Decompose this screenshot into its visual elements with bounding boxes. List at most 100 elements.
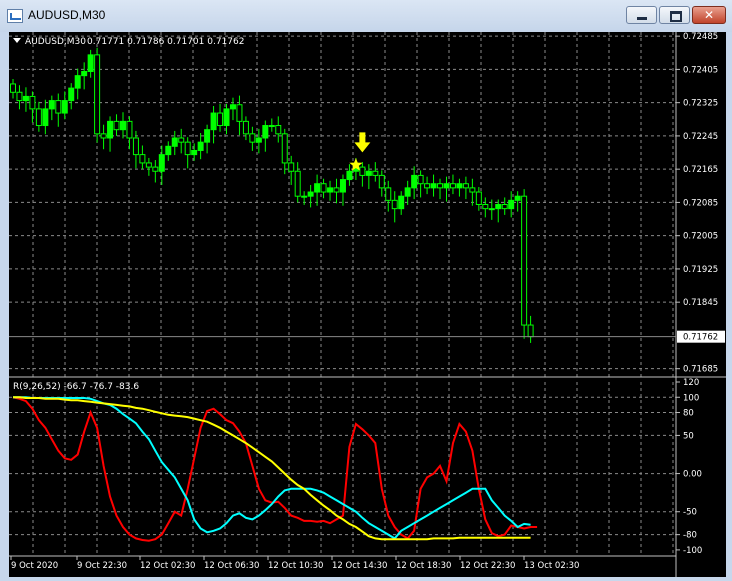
candle-body	[152, 166, 159, 172]
price-tick-label: 0.72005	[683, 232, 718, 242]
candle-body	[178, 137, 185, 143]
annotations	[349, 132, 371, 171]
symbol-menu-icon[interactable]	[13, 38, 21, 43]
candle-body	[145, 162, 152, 168]
candle-body	[217, 112, 224, 127]
candle-body	[165, 145, 172, 156]
candle-body	[372, 170, 379, 176]
indicator-tick-label: 120	[683, 378, 699, 388]
time-tick-label: 13 Oct 02:30	[524, 561, 579, 571]
price-tick-label: 0.72085	[683, 198, 718, 208]
indicator-tick-label: -80	[683, 531, 697, 541]
title-bar[interactable]: AUDUSD,M30 ✕	[0, 0, 732, 32]
candle-body	[404, 187, 411, 197]
candle-body	[236, 104, 243, 122]
candle-body	[411, 174, 418, 189]
candle-body	[482, 204, 489, 210]
maximize-button[interactable]	[659, 6, 690, 24]
candle-body	[488, 208, 495, 211]
candle-body	[359, 166, 366, 176]
time-tick-label: 12 Oct 10:30	[268, 561, 323, 571]
candle-body	[469, 187, 476, 193]
indicator-line	[12, 396, 538, 542]
time-tick-label: 12 Oct 06:30	[204, 561, 259, 571]
indicator-line	[13, 396, 531, 540]
candle-body	[365, 170, 372, 176]
maximize-icon	[670, 11, 682, 22]
candle-body	[398, 195, 405, 210]
price-tick-label: 0.72325	[683, 99, 718, 109]
minimize-button[interactable]	[626, 6, 657, 24]
candle-body	[462, 183, 469, 189]
price-axis[interactable]: 0.72485 0.72405 0.72325 0.72245 0.72165 0.720…	[676, 32, 718, 375]
time-tick-label: 9 Oct 22:30	[77, 561, 127, 571]
candle-body	[210, 112, 217, 131]
indicator-tick-label: -100	[683, 546, 702, 556]
time-tick-label: 9 Oct 2020	[11, 561, 58, 571]
indicator-axis[interactable]: 120 100 80 50 0.00 -50 -80 -100	[676, 378, 702, 556]
candle-body	[430, 183, 437, 189]
candle-body	[61, 100, 68, 114]
candle-body	[495, 204, 502, 210]
candle-body	[119, 120, 126, 131]
close-icon: ✕	[703, 8, 715, 22]
candle-body	[346, 170, 353, 181]
close-button[interactable]: ✕	[692, 6, 726, 24]
candle-body	[242, 120, 249, 135]
candle-body	[508, 199, 515, 210]
time-axis[interactable]: 9 Oct 2020 9 Oct 22:30 12 Oct 02:30 12 Oct …	[10, 556, 579, 571]
candle-body	[424, 183, 431, 189]
candle-body	[327, 187, 334, 193]
candle-body	[255, 137, 262, 143]
candle-body	[42, 108, 49, 127]
price-tick-label: 0.72405	[683, 65, 718, 75]
candle-body	[391, 199, 398, 210]
candle-body	[333, 187, 340, 193]
sub-grid	[9, 382, 676, 556]
time-tick-label: 12 Oct 18:30	[396, 561, 451, 571]
candle-body	[171, 137, 178, 147]
candle-body	[437, 183, 444, 189]
candle-body	[139, 154, 146, 164]
candle-body	[229, 104, 236, 110]
candle-body	[501, 204, 508, 210]
time-tick-label: 12 Oct 14:30	[332, 561, 387, 571]
chart-area[interactable]: 0.71762 0.72485 0.72405 0.72325 0.72245 0.72…	[9, 32, 726, 577]
window-title: AUDUSD,M30	[28, 8, 106, 22]
candle-body	[275, 125, 282, 135]
candle-body	[68, 87, 75, 102]
candle-body	[55, 100, 62, 114]
candles	[10, 47, 534, 343]
candle-body	[288, 162, 295, 172]
ohlc-label: 0.71771 0.71786 0.71701 0.71762	[87, 37, 244, 47]
candle-body	[113, 120, 120, 131]
price-tick-label: 0.71685	[683, 365, 718, 375]
candle-body	[449, 183, 456, 189]
indicator-tick-label: 50	[683, 431, 694, 441]
candle-body	[281, 133, 288, 164]
candle-body	[184, 141, 191, 156]
chart-svg[interactable]: 0.71762 0.724850.724050.723250.722450.72…	[9, 32, 726, 577]
candle-body	[35, 108, 42, 127]
candle-body	[262, 125, 269, 139]
candle-body	[301, 195, 308, 198]
price-tick-label: 0.72245	[683, 132, 718, 142]
candle-body	[10, 83, 16, 93]
candle-body	[197, 141, 204, 151]
candle-body	[100, 133, 107, 139]
candle-body	[223, 108, 230, 127]
candle-body	[521, 195, 528, 326]
candle-body	[204, 129, 211, 143]
price-line: 0.71762	[9, 330, 725, 343]
candle-body	[81, 70, 88, 77]
candle-body	[29, 95, 36, 110]
minimize-icon	[637, 17, 647, 20]
indicator-tick-label: 100	[683, 393, 699, 403]
candle-body	[514, 195, 521, 201]
indicator-tick-label: 80	[683, 409, 694, 419]
time-tick-label: 12 Oct 02:30	[140, 561, 195, 571]
candle-body	[417, 174, 424, 185]
current-price-label: 0.71762	[683, 333, 718, 343]
price-tick-label: 0.72165	[683, 165, 718, 175]
candle-body	[314, 183, 321, 193]
